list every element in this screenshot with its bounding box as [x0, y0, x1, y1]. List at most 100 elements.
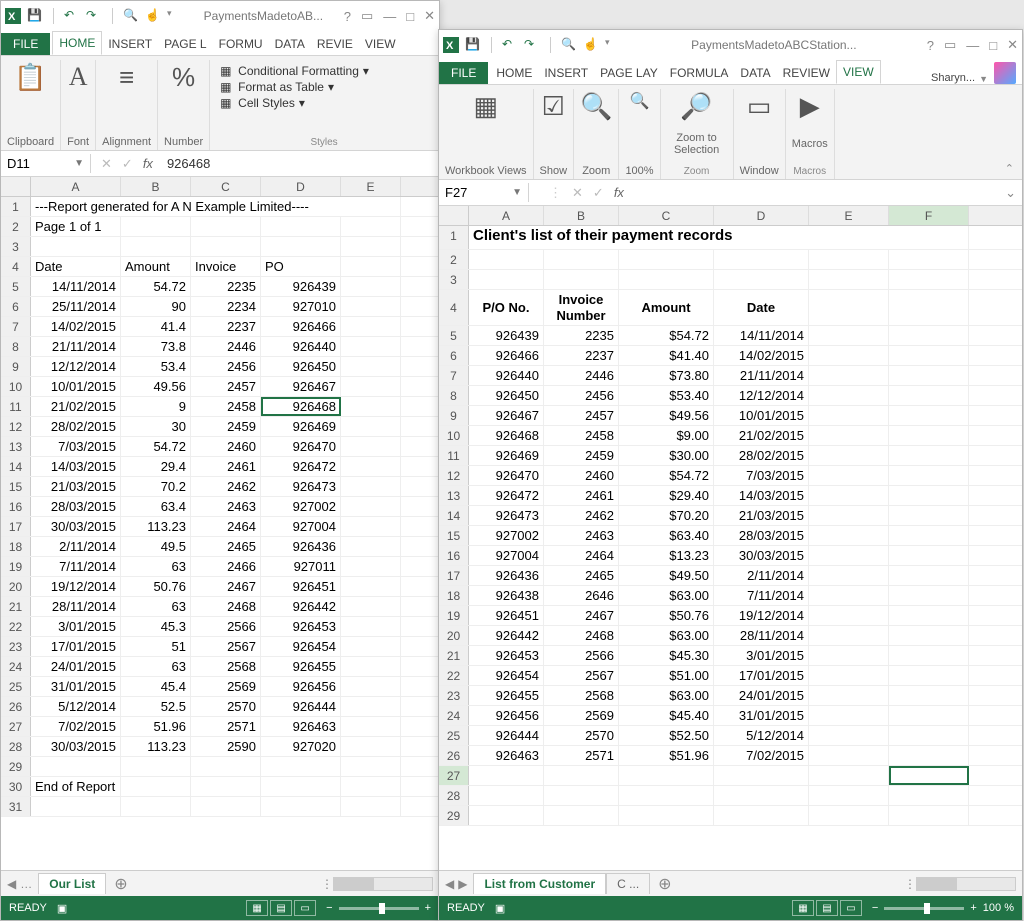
- cell[interactable]: [191, 797, 261, 816]
- cell[interactable]: [809, 486, 889, 505]
- cell[interactable]: 30/03/2015: [714, 546, 809, 565]
- cell-styles-button[interactable]: ▦Cell Styles ▾: [220, 96, 305, 110]
- page-layout-tab[interactable]: PAGE L: [158, 33, 212, 55]
- cell[interactable]: [809, 326, 889, 345]
- cell[interactable]: 2461: [544, 486, 619, 505]
- cell[interactable]: [341, 477, 401, 496]
- row-header[interactable]: 14: [1, 457, 31, 476]
- row-header[interactable]: 28: [439, 786, 469, 805]
- col-header-D[interactable]: D: [261, 177, 341, 196]
- col-header-C[interactable]: C: [191, 177, 261, 196]
- select-all-corner[interactable]: [1, 177, 31, 196]
- row-header[interactable]: 17: [1, 517, 31, 536]
- cell[interactable]: 24/01/2015: [31, 657, 121, 676]
- home-tab[interactable]: HOME: [490, 62, 538, 84]
- cell[interactable]: 926454: [261, 637, 341, 656]
- view-tab[interactable]: VIEW: [359, 33, 402, 55]
- cell[interactable]: 2468: [544, 626, 619, 645]
- macro-record-icon[interactable]: ▣: [57, 902, 67, 915]
- cell[interactable]: 25/11/2014: [31, 297, 121, 316]
- cell[interactable]: [469, 806, 544, 825]
- cell[interactable]: 14/11/2014: [714, 326, 809, 345]
- insert-tab[interactable]: INSERT: [102, 33, 158, 55]
- row-header[interactable]: 9: [439, 406, 469, 425]
- cell[interactable]: $29.40: [619, 486, 714, 505]
- formulas-tab[interactable]: FORMULA: [664, 62, 735, 84]
- cell[interactable]: 2570: [544, 726, 619, 745]
- cell[interactable]: 2466: [191, 557, 261, 576]
- cell[interactable]: 926469: [469, 446, 544, 465]
- cell[interactable]: 926469: [261, 417, 341, 436]
- cell[interactable]: 926468: [261, 397, 341, 416]
- cell[interactable]: 90: [121, 297, 191, 316]
- cell[interactable]: 926436: [261, 537, 341, 556]
- cell[interactable]: $70.20: [619, 506, 714, 525]
- cell[interactable]: 2463: [191, 497, 261, 516]
- cell[interactable]: $53.40: [619, 386, 714, 405]
- cell[interactable]: 927010: [261, 297, 341, 316]
- cell[interactable]: [889, 506, 969, 525]
- insert-tab[interactable]: INSERT: [538, 62, 594, 84]
- cell[interactable]: 2237: [191, 317, 261, 336]
- cell[interactable]: 2458: [191, 397, 261, 416]
- cell[interactable]: 14/02/2015: [714, 346, 809, 365]
- row-header[interactable]: 18: [439, 586, 469, 605]
- chevron-down-icon[interactable]: ▼: [979, 74, 988, 84]
- row-header[interactable]: 6: [1, 297, 31, 316]
- cell[interactable]: [889, 786, 969, 805]
- cell[interactable]: [809, 466, 889, 485]
- cell[interactable]: [889, 586, 969, 605]
- touch-mode-icon[interactable]: ☝: [145, 8, 161, 24]
- cell[interactable]: [544, 766, 619, 785]
- cell[interactable]: Invoice: [191, 257, 261, 276]
- row-header[interactable]: 12: [1, 417, 31, 436]
- cell[interactable]: [341, 597, 401, 616]
- cell[interactable]: 927011: [261, 557, 341, 576]
- zoom-slider[interactable]: [884, 907, 964, 910]
- cell[interactable]: [809, 786, 889, 805]
- cell[interactable]: 19/12/2014: [31, 577, 121, 596]
- cell[interactable]: 14/03/2015: [31, 457, 121, 476]
- cell[interactable]: 14/02/2015: [31, 317, 121, 336]
- cell[interactable]: [341, 417, 401, 436]
- cell[interactable]: [619, 250, 714, 269]
- cell[interactable]: [544, 806, 619, 825]
- cell[interactable]: 45.3: [121, 617, 191, 636]
- cell[interactable]: [809, 506, 889, 525]
- row-header[interactable]: 5: [439, 326, 469, 345]
- cell[interactable]: [809, 706, 889, 725]
- cell[interactable]: 21/02/2015: [714, 426, 809, 445]
- review-tab[interactable]: REVIE: [311, 33, 359, 55]
- workbook-views-group[interactable]: ▦ Workbook Views: [439, 89, 534, 179]
- cell[interactable]: [469, 250, 544, 269]
- cell[interactable]: [261, 797, 341, 816]
- cell[interactable]: 7/11/2014: [31, 557, 121, 576]
- cell[interactable]: [809, 406, 889, 425]
- cell[interactable]: 73.8: [121, 337, 191, 356]
- cell[interactable]: [341, 317, 401, 336]
- cell[interactable]: [191, 757, 261, 776]
- cell[interactable]: 41.4: [121, 317, 191, 336]
- cancel-formula-icon[interactable]: ✕: [572, 185, 583, 201]
- cell[interactable]: Client's list of their payment records: [469, 226, 969, 249]
- cell[interactable]: 926456: [469, 706, 544, 725]
- cell[interactable]: 926450: [469, 386, 544, 405]
- cell[interactable]: $51.00: [619, 666, 714, 685]
- cell[interactable]: [809, 270, 889, 289]
- cell[interactable]: [191, 237, 261, 256]
- row-header[interactable]: 20: [1, 577, 31, 596]
- cell[interactable]: 2235: [544, 326, 619, 345]
- customize-qat-icon[interactable]: ▾: [167, 8, 183, 24]
- cell[interactable]: 21/03/2015: [31, 477, 121, 496]
- sheet-tab-active[interactable]: List from Customer: [473, 873, 606, 894]
- hscroll-thumb[interactable]: [334, 878, 374, 890]
- row-header[interactable]: 25: [1, 677, 31, 696]
- cell[interactable]: Amount: [619, 290, 714, 325]
- cell[interactable]: 9: [121, 397, 191, 416]
- alignment-icon[interactable]: ≡: [119, 62, 134, 93]
- col-header-A[interactable]: A: [31, 177, 121, 196]
- sheet-nav-ellipsis[interactable]: …: [20, 877, 32, 891]
- cell[interactable]: 927004: [469, 546, 544, 565]
- cell[interactable]: [469, 786, 544, 805]
- cell[interactable]: 926454: [469, 666, 544, 685]
